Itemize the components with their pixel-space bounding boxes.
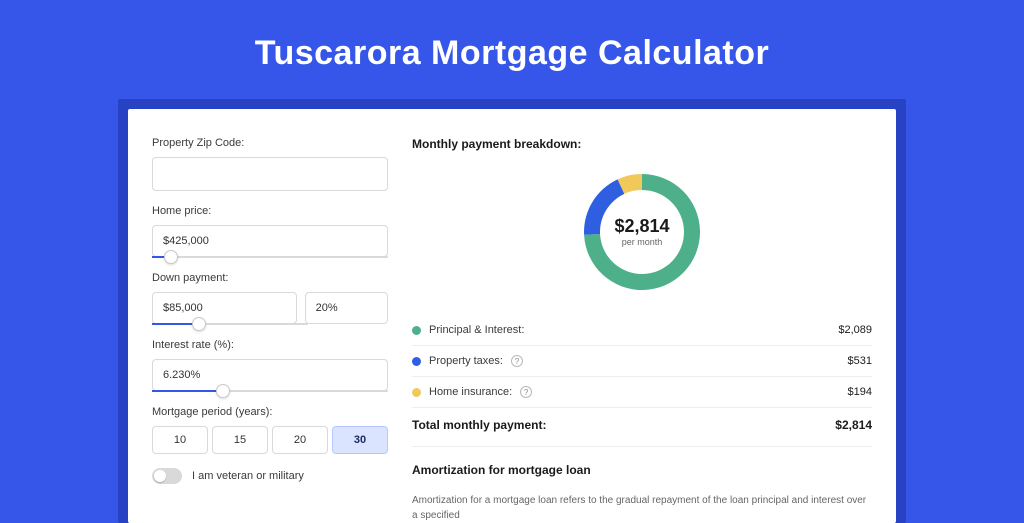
donut-chart: $2,814per month [412,167,872,297]
period-buttons: 10152030 [152,426,388,454]
zip-label: Property Zip Code: [152,137,388,149]
legend-row-0: Principal & Interest: $2,089 [412,315,872,346]
down-slider[interactable] [152,323,308,325]
total-value: $2,814 [835,418,872,432]
legend-swatch [412,326,421,335]
period-btn-20[interactable]: 20 [272,426,328,454]
down-label: Down payment: [152,272,388,284]
breakdown-title: Monthly payment breakdown: [412,137,872,151]
price-slider[interactable] [152,256,388,258]
card-shadow: Property Zip Code: Home price: Down paym… [118,99,906,523]
period-btn-30[interactable]: 30 [332,426,388,454]
legend-label: Principal & Interest: [429,324,524,336]
legend-label: Home insurance: [429,386,512,398]
price-label: Home price: [152,205,388,217]
period-btn-10[interactable]: 10 [152,426,208,454]
calculator-card: Property Zip Code: Home price: Down paym… [128,109,896,523]
zip-group: Property Zip Code: [152,137,388,191]
rate-group: Interest rate (%): [152,339,388,392]
donut-amount: $2,814 [614,216,669,236]
period-btn-15[interactable]: 15 [212,426,268,454]
veteran-toggle[interactable] [152,468,182,484]
donut-svg: $2,814per month [577,167,707,297]
donut-label: per month [622,237,663,247]
legend: Principal & Interest: $2,089 Property taxe… [412,315,872,408]
down-slider-thumb[interactable] [192,317,206,331]
info-icon[interactable]: ? [520,386,532,398]
down-pct-input[interactable] [305,292,388,324]
price-input[interactable] [152,225,388,257]
amortization-section: Amortization for mortgage loan Amortizat… [412,446,872,523]
page-title: Tuscarora Mortgage Calculator [0,0,1024,99]
info-icon[interactable]: ? [511,355,523,367]
form-column: Property Zip Code: Home price: Down paym… [152,137,388,523]
period-group: Mortgage period (years): 10152030 [152,406,388,454]
price-slider-thumb[interactable] [164,250,178,264]
zip-input[interactable] [152,157,388,191]
veteran-row: I am veteran or military [152,468,388,484]
legend-value: $194 [848,386,872,398]
legend-value: $2,089 [838,324,872,336]
veteran-label: I am veteran or military [192,470,304,482]
legend-value: $531 [848,355,872,367]
legend-row-1: Property taxes:? $531 [412,346,872,377]
rate-slider-thumb[interactable] [216,384,230,398]
total-row: Total monthly payment: $2,814 [412,408,872,446]
legend-row-2: Home insurance:? $194 [412,377,872,408]
down-group: Down payment: [152,272,388,325]
amortization-text: Amortization for a mortgage loan refers … [412,493,872,523]
breakdown-column: Monthly payment breakdown: $2,814per mon… [412,137,872,523]
legend-label: Property taxes: [429,355,503,367]
rate-input[interactable] [152,359,388,391]
legend-swatch [412,357,421,366]
total-label: Total monthly payment: [412,418,546,432]
down-amount-input[interactable] [152,292,297,324]
price-group: Home price: [152,205,388,258]
period-label: Mortgage period (years): [152,406,388,418]
legend-swatch [412,388,421,397]
amortization-title: Amortization for mortgage loan [412,463,872,477]
rate-label: Interest rate (%): [152,339,388,351]
rate-slider[interactable] [152,390,388,392]
